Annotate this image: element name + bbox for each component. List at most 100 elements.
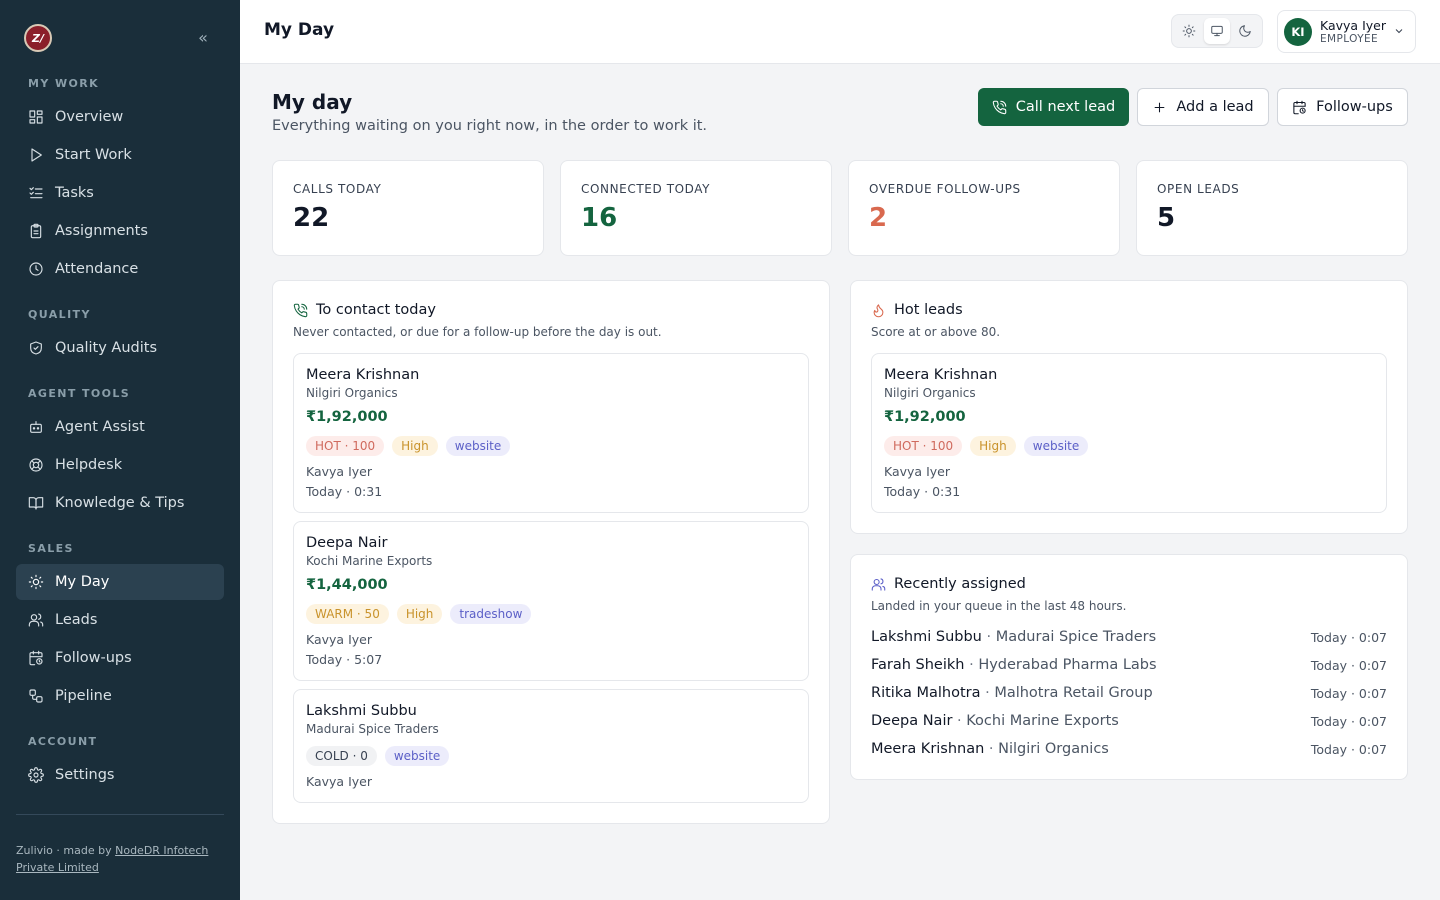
sidebar-item-label: Attendance	[55, 261, 139, 277]
users-icon	[28, 613, 44, 627]
sidebar-item-label: Knowledge & Tips	[55, 495, 185, 511]
clock-icon	[29, 262, 43, 276]
list-item[interactable]: Lakshmi Subbu · Madurai Spice Traders To…	[871, 627, 1387, 647]
sidebar-item-label: Helpdesk	[55, 457, 123, 473]
stat-label: OVERDUE FOLLOW-UPS	[869, 182, 1021, 196]
page-title: My Day	[264, 20, 335, 40]
assignee-company: Nilgiri Organics	[998, 741, 1109, 757]
separator: ·	[984, 741, 999, 757]
lead-card[interactable]: Lakshmi Subbu Madurai Spice Traders COLD…	[293, 689, 809, 803]
lead-company: Madurai Spice Traders	[306, 722, 439, 736]
sidebar-item-settings[interactable]: Settings	[16, 757, 224, 793]
list-item[interactable]: Ritika Malhotra · Malhotra Retail Group …	[871, 683, 1387, 703]
bot-icon	[30, 421, 42, 433]
temperature-badge: HOT · 100	[306, 436, 385, 456]
lead-name: Deepa Nair	[306, 535, 388, 551]
temperature-badge: WARM · 50	[306, 604, 389, 624]
priority-badge: High	[396, 604, 443, 624]
sidebar-item-overview[interactable]: Overview	[16, 99, 224, 135]
temperature-badge: COLD · 0	[306, 746, 377, 766]
assigned-time: Today · 0:07	[1310, 741, 1387, 757]
nav-section-agent-tools: AGENT TOOLS	[28, 387, 131, 400]
separator: ·	[952, 713, 967, 729]
plus-icon	[1154, 102, 1165, 112]
dark-theme-button[interactable]	[1232, 18, 1258, 44]
list-item[interactable]: Meera Krishnan · Nilgiri Organics Today …	[871, 739, 1387, 759]
lead-tags: HOT · 100 High website	[884, 436, 1089, 456]
lead-name: Meera Krishnan	[884, 367, 998, 383]
assignee-company: Madurai Spice Traders	[995, 629, 1157, 645]
sidebar-item-quality-audits[interactable]: Quality Audits	[16, 330, 224, 366]
assignee-company: Kochi Marine Exports	[966, 713, 1119, 729]
shield-check-icon	[30, 341, 42, 355]
system-theme-button[interactable]	[1204, 18, 1230, 44]
list-item[interactable]: Deepa Nair · Kochi Marine Exports Today …	[871, 711, 1387, 731]
add-lead-button[interactable]: Add a lead	[1137, 88, 1269, 126]
sidebar-item-assignments[interactable]: Assignments	[16, 213, 224, 249]
flame-icon	[873, 303, 884, 317]
avatar: KI	[1284, 17, 1312, 46]
temperature-badge: HOT · 100	[884, 436, 963, 456]
sidebar-item-pipeline[interactable]: Pipeline	[16, 678, 224, 714]
collapse-sidebar-button[interactable]: «	[194, 28, 212, 48]
lead-time: Today · 0:31	[306, 484, 383, 499]
stat-card-connected-today: CONNECTED TODAY 16	[560, 160, 832, 256]
light-theme-button[interactable]	[1176, 18, 1202, 44]
to-contact-panel: To contact today Never contacted, or due…	[272, 280, 830, 824]
sidebar-item-agent-assist[interactable]: Agent Assist	[16, 409, 224, 445]
section-subtitle: Everything waiting on you right now, in …	[272, 118, 708, 134]
sidebar-item-label: Start Work	[55, 147, 132, 163]
button-label: Follow-ups	[1316, 99, 1393, 115]
assigned-time: Today · 0:07	[1310, 713, 1387, 729]
nav-section-account: ACCOUNT	[28, 735, 98, 748]
separator: ·	[980, 685, 995, 701]
stat-value: 22	[293, 203, 330, 233]
sidebar-item-start-work[interactable]: Start Work	[16, 137, 224, 173]
sidebar-item-label: My Day	[55, 574, 110, 590]
source-badge: website	[1023, 436, 1089, 456]
sidebar-item-helpdesk[interactable]: Helpdesk	[16, 447, 224, 483]
stat-card-open-leads: OPEN LEADS 5	[1136, 160, 1408, 256]
sidebar-item-label: Leads	[55, 612, 98, 628]
clipboard-icon	[30, 223, 42, 239]
assignee-name: Meera Krishnan	[871, 741, 985, 757]
sidebar-item-knowledge-tips[interactable]: Knowledge & Tips	[16, 485, 224, 521]
follow-ups-button[interactable]: Follow-ups	[1277, 88, 1408, 126]
button-label: Call next lead	[1015, 99, 1116, 115]
stat-value: 5	[1157, 203, 1176, 233]
assignee-name: Deepa Nair	[871, 713, 953, 729]
user-name: Kavya Iyer	[1320, 17, 1386, 33]
users-icon	[871, 577, 886, 591]
panel-title-text: Recently assigned	[894, 576, 1026, 592]
assignee-name: Lakshmi Subbu	[871, 629, 982, 645]
sidebar-item-label: Assignments	[55, 223, 148, 239]
lead-card[interactable]: Meera Krishnan Nilgiri Organics ₹1,92,00…	[293, 353, 809, 513]
sidebar: Z/ « MY WORK Overview Start Work Tasks A…	[0, 0, 240, 900]
brand-logo[interactable]: Z/	[24, 24, 52, 52]
chevron-down-icon	[1395, 29, 1403, 34]
sidebar-item-attendance[interactable]: Attendance	[16, 251, 224, 287]
footer-text: Zulivio · made by	[16, 844, 116, 857]
lead-card[interactable]: Meera Krishnan Nilgiri Organics ₹1,92,00…	[871, 353, 1387, 513]
sidebar-item-label: Quality Audits	[55, 340, 158, 356]
list-check-icon	[29, 187, 43, 199]
calendar-clock-icon	[1293, 100, 1306, 114]
section-title: My day	[272, 90, 353, 114]
phone-call-icon	[293, 303, 308, 317]
lead-card[interactable]: Deepa Nair Kochi Marine Exports ₹1,44,00…	[293, 521, 809, 681]
hot-leads-panel: Hot leads Score at or above 80. Meera Kr…	[850, 280, 1408, 534]
moon-icon	[1239, 25, 1251, 37]
sidebar-item-my-day[interactable]: My Day	[16, 564, 224, 600]
stat-value: 2	[869, 203, 888, 233]
sidebar-item-follow-ups[interactable]: Follow-ups	[16, 640, 224, 676]
call-next-lead-button[interactable]: Call next lead	[978, 88, 1129, 126]
assigned-time: Today · 0:07	[1310, 685, 1387, 701]
user-menu[interactable]: KI Kavya Iyer EMPLOYEE	[1277, 10, 1416, 53]
button-label: Add a lead	[1176, 99, 1254, 115]
sidebar-item-tasks[interactable]: Tasks	[16, 175, 224, 211]
sidebar-item-leads[interactable]: Leads	[16, 602, 224, 638]
lead-tags: HOT · 100 High website	[306, 436, 511, 456]
list-item[interactable]: Farah Sheikh · Hyderabad Pharma Labs Tod…	[871, 655, 1387, 675]
lead-amount: ₹1,44,000	[306, 577, 388, 593]
stat-label: CONNECTED TODAY	[581, 182, 711, 196]
